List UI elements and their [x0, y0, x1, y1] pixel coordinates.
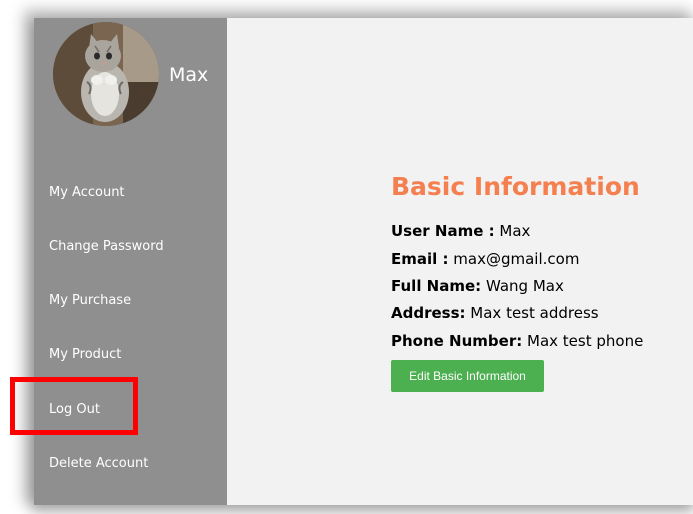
sidebar-item-change-password[interactable]: Change Password	[49, 239, 164, 254]
main-content: Basic Information User Name : Max Email …	[227, 18, 693, 505]
page-title: Basic Information	[391, 172, 640, 201]
sidebar-item-my-account[interactable]: My Account	[49, 185, 125, 200]
cat-avatar-icon	[53, 22, 159, 126]
info-phone-number: Phone Number: Max test phone	[391, 332, 643, 350]
info-full-name: Full Name: Wang Max	[391, 277, 564, 295]
sidebar-username: Max	[169, 64, 209, 86]
info-address: Address: Max test address	[391, 304, 599, 322]
info-value: Max test phone	[527, 332, 644, 350]
info-value: Max	[499, 222, 531, 240]
sidebar-item-my-purchase[interactable]: My Purchase	[49, 293, 131, 308]
info-label: Address:	[391, 304, 466, 322]
avatar	[53, 22, 159, 126]
info-email: Email : max@gmail.com	[391, 250, 579, 268]
info-user-name: User Name : Max	[391, 222, 530, 240]
info-label: Phone Number:	[391, 332, 523, 350]
info-value: Wang Max	[485, 277, 564, 295]
log-out-highlight-box	[10, 377, 138, 435]
sidebar-item-my-product[interactable]: My Product	[49, 347, 121, 362]
info-value: max@gmail.com	[453, 250, 580, 268]
info-value: Max test address	[470, 304, 599, 322]
info-label: Full Name:	[391, 277, 482, 295]
sidebar-item-delete-account[interactable]: Delete Account	[49, 456, 148, 471]
info-label: Email :	[391, 250, 449, 268]
edit-basic-information-button[interactable]: Edit Basic Information	[391, 360, 544, 392]
info-label: User Name :	[391, 222, 495, 240]
